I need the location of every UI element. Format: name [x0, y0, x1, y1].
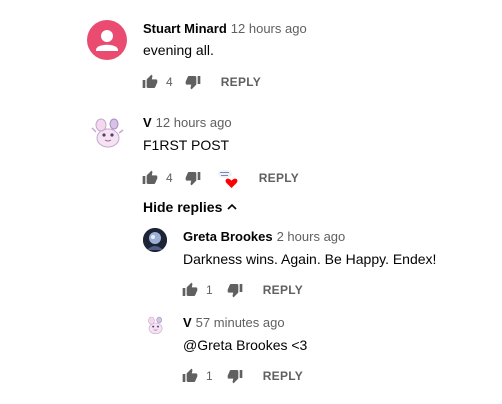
comment-actions: 4 REPLY	[142, 168, 299, 188]
reply-comment: V 57 minutes ago @Greta Brookes <3 1 REPL…	[0, 308, 502, 404]
cartoon-creature-avatar-icon	[91, 118, 124, 148]
like-count: 1	[206, 369, 213, 383]
comment-actions: 4 REPLY	[142, 72, 261, 92]
thumbs-down-icon[interactable]	[227, 282, 243, 298]
thumbs-up-icon[interactable]	[142, 170, 158, 186]
thumbs-down-icon[interactable]	[185, 170, 201, 186]
comment-text: @Greta Brookes <3	[183, 337, 308, 353]
thumbs-up-icon[interactable]	[182, 282, 198, 298]
reply-button[interactable]: REPLY	[259, 171, 299, 185]
reply-button[interactable]: REPLY	[263, 283, 303, 297]
cartoon-creature-avatar-icon	[148, 316, 163, 335]
author-name[interactable]: V	[143, 115, 152, 130]
timestamp[interactable]: 12 hours ago	[231, 21, 307, 36]
timestamp[interactable]: 2 hours ago	[277, 229, 346, 244]
author-name[interactable]: Stuart Minard	[143, 21, 227, 36]
timestamp[interactable]: 12 hours ago	[156, 115, 232, 130]
thumbs-down-icon[interactable]	[185, 74, 201, 90]
thumbs-up-icon[interactable]	[142, 74, 158, 90]
hide-replies-button[interactable]: Hide replies	[143, 199, 240, 215]
comment-thread: Stuart Minard 12 hours ago evening all. 4…	[0, 0, 502, 100]
reply-comment: Greta Brookes 2 hours ago Darkness wins. …	[0, 224, 502, 308]
author-name[interactable]: Greta Brookes	[183, 229, 273, 244]
comment-header: Greta Brookes 2 hours ago	[183, 229, 345, 244]
reply-button[interactable]: REPLY	[263, 369, 303, 383]
comment-text: Darkness wins. Again. Be Happy. Endex!	[183, 251, 437, 267]
author-name[interactable]: V	[183, 315, 192, 330]
like-count: 1	[206, 283, 213, 297]
profile-photo-icon	[143, 228, 167, 252]
avatar[interactable]	[143, 314, 167, 338]
reply-button[interactable]: REPLY	[221, 75, 261, 89]
thumbs-down-icon[interactable]	[227, 368, 243, 384]
comment-text: evening all.	[143, 42, 214, 58]
comment-header: Stuart Minard 12 hours ago	[143, 21, 307, 36]
chevron-up-icon	[224, 199, 240, 215]
comment-header: V 57 minutes ago	[183, 315, 285, 330]
comment-text: F1RST POST	[143, 137, 230, 153]
thumbs-up-icon[interactable]	[182, 368, 198, 384]
comment-actions: 1 REPLY	[182, 366, 303, 386]
like-count: 4	[166, 75, 173, 89]
creator-heart-icon	[217, 167, 239, 189]
comment-header: V 12 hours ago	[143, 115, 232, 130]
hide-replies-label: Hide replies	[143, 199, 223, 215]
like-count: 4	[166, 171, 173, 185]
avatar[interactable]	[87, 20, 127, 60]
timestamp[interactable]: 57 minutes ago	[196, 315, 285, 330]
comment-thread: V 12 hours ago F1RST POST 4 REPLY Hide re…	[0, 100, 502, 404]
avatar[interactable]	[87, 114, 127, 154]
avatar[interactable]	[143, 228, 167, 252]
comment-actions: 1 REPLY	[182, 280, 303, 300]
default-user-icon	[96, 30, 118, 51]
